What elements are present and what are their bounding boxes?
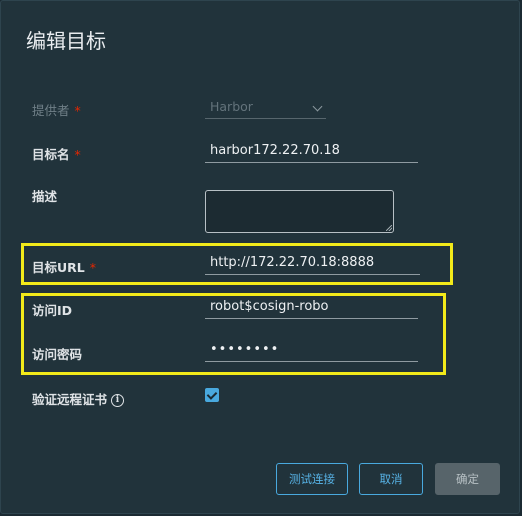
description-label: 描述	[32, 189, 58, 204]
verify-cert-label-text: 验证远程证书	[32, 392, 108, 407]
target-name-input[interactable]: harbor172.22.70.18	[205, 141, 418, 163]
provider-label-text: 提供者	[32, 103, 70, 118]
access-secret-label: 访问密码	[32, 347, 83, 362]
target-url-label: 目标URL *	[32, 257, 96, 276]
required-mark: *	[74, 103, 81, 118]
info-icon[interactable]: i	[111, 394, 125, 407]
test-connection-button[interactable]: 测试连接	[276, 463, 348, 495]
target-name-label-text: 目标名	[32, 147, 70, 162]
target-name-label: 目标名 *	[32, 144, 81, 163]
provider-label: 提供者 *	[32, 100, 81, 119]
required-mark: *	[74, 147, 81, 162]
cancel-button[interactable]: 取消	[359, 463, 423, 495]
dialog-title: 编辑目标	[26, 29, 106, 53]
target-url-input[interactable]: http://172.22.70.18:8888	[205, 253, 420, 275]
chevron-down-icon	[312, 101, 323, 112]
verify-cert-label: 验证远程证书 i	[32, 389, 125, 408]
target-url-label-text: 目标URL	[32, 260, 85, 275]
access-id-input[interactable]: robot$cosign-robo	[205, 297, 418, 319]
verify-cert-checkbox[interactable]	[205, 388, 219, 402]
access-id-label: 访问ID	[32, 303, 73, 318]
ok-button[interactable]: 确定	[435, 463, 500, 495]
description-textarea[interactable]	[205, 190, 394, 233]
resize-handle-icon[interactable]	[386, 225, 392, 231]
access-secret-input[interactable]: ••••••••	[205, 340, 418, 362]
provider-value: Harbor	[210, 99, 253, 114]
required-mark: *	[89, 260, 96, 275]
provider-select[interactable]: Harbor	[205, 97, 326, 119]
edit-target-dialog: 编辑目标 提供者 * Harbor 目标名 * harbor172.22.70.18…	[0, 0, 520, 514]
